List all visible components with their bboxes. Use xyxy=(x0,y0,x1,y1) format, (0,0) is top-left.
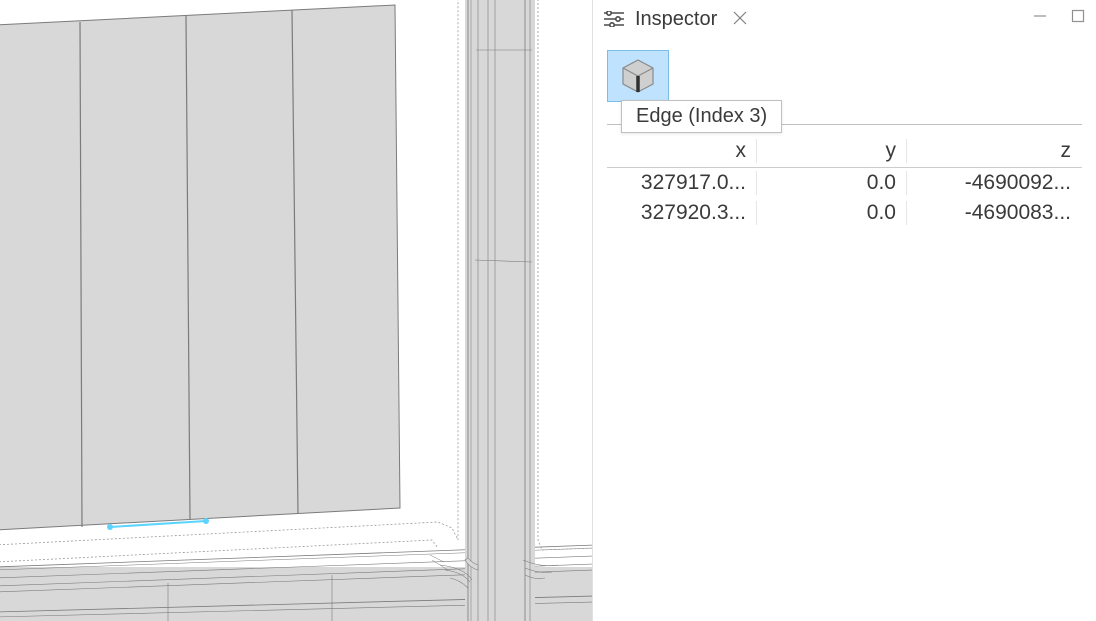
maximize-icon[interactable] xyxy=(1066,4,1090,28)
cell-z: -4690083... xyxy=(907,201,1077,225)
minimize-icon[interactable] xyxy=(1028,4,1052,28)
inspector-panel: Inspector xyxy=(592,0,1096,621)
panel-title: Inspector xyxy=(635,8,717,31)
table-header-row: x y z xyxy=(607,139,1082,168)
object-edge-button[interactable] xyxy=(607,50,669,102)
column-header-y: y xyxy=(757,139,907,163)
coordinates-table: x y z 327917.0... 0.0 -4690092... 327920… xyxy=(607,139,1082,228)
close-panel-icon[interactable] xyxy=(733,10,747,28)
tooltip: Edge (Index 3) xyxy=(621,100,782,133)
cell-z: -4690092... xyxy=(907,171,1077,195)
panel-titlebar: Inspector xyxy=(593,0,1096,38)
cell-x: 327920.3... xyxy=(607,201,757,225)
cell-x: 327917.0... xyxy=(607,171,757,195)
3d-viewport[interactable] xyxy=(0,0,592,621)
column-header-z: z xyxy=(907,139,1077,163)
column-header-x: x xyxy=(607,139,757,163)
table-row[interactable]: 327917.0... 0.0 -4690092... xyxy=(607,168,1082,198)
cell-y: 0.0 xyxy=(757,201,907,225)
cell-y: 0.0 xyxy=(757,171,907,195)
sliders-icon[interactable] xyxy=(603,8,625,30)
table-row[interactable]: 327920.3... 0.0 -4690083... xyxy=(607,198,1082,228)
